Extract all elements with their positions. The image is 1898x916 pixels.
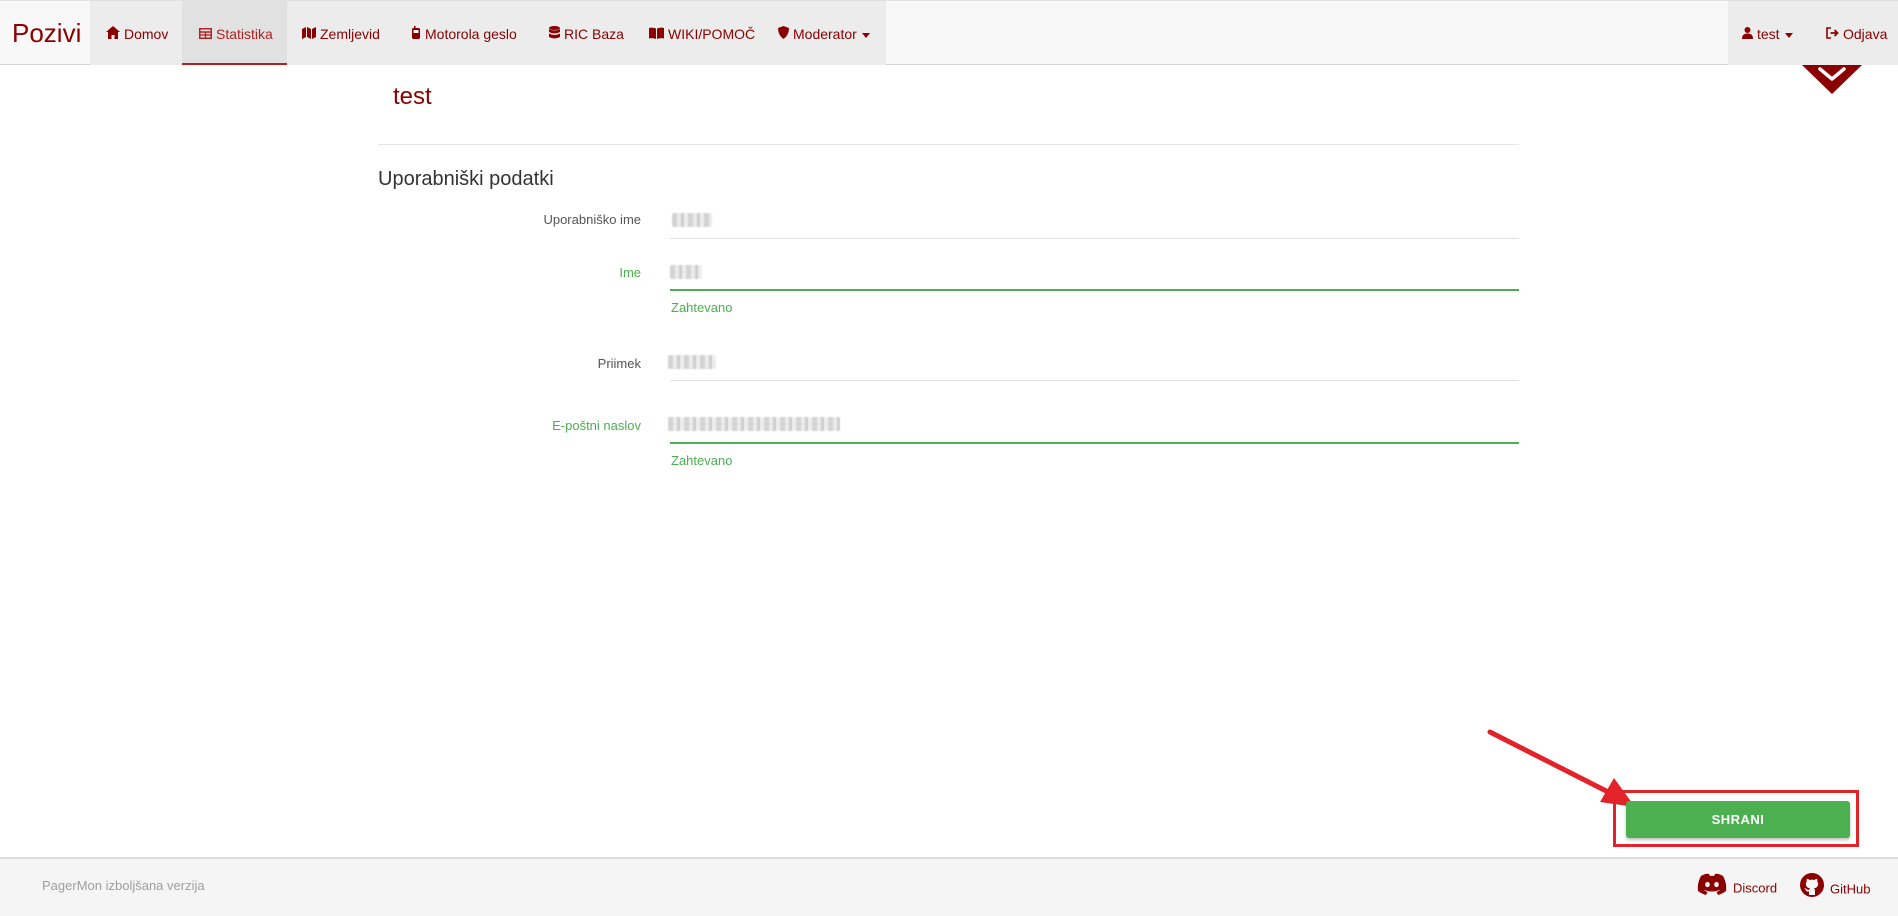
nav-item-label: WIKI/POMOČ <box>668 26 756 42</box>
nav-menu: Domov Statistika Zemljevid Motorola gesl… <box>90 1 886 65</box>
first-name-label: Ime <box>619 265 641 280</box>
top-navbar: Pozivi Domov Statistika Zemljevid Motoro… <box>0 0 1898 65</box>
nav-item-label: Statistika <box>216 26 273 42</box>
title-divider <box>378 144 1519 145</box>
email-label: E-poštni naslov <box>552 418 641 433</box>
chevron-down-icon <box>1784 32 1793 38</box>
nav-item-moderator[interactable]: Moderator <box>778 1 870 65</box>
save-button[interactable]: SHRANI <box>1626 801 1850 838</box>
logout-link[interactable]: Odjava <box>1826 1 1887 65</box>
user-name: test <box>1757 26 1780 42</box>
nav-item-domov[interactable]: Domov <box>90 1 182 65</box>
discord-link[interactable]: Discord <box>1697 873 1777 905</box>
username-underline <box>670 238 1519 239</box>
user-menu-group: test Odjava <box>1728 1 1898 65</box>
collapse-chevron-icon[interactable] <box>1800 63 1864 100</box>
user-dropdown[interactable]: test <box>1742 1 1793 65</box>
last-name-redacted <box>668 355 716 369</box>
page-title: test <box>393 83 432 110</box>
username-label: Uporabniško ime <box>543 212 641 227</box>
nav-item-label: Motorola geslo <box>425 26 517 42</box>
annotation-arrow-icon <box>1487 729 1635 807</box>
first-name-underline <box>670 289 1519 291</box>
map-icon <box>302 1 316 67</box>
table-icon <box>199 1 212 67</box>
book-icon <box>649 1 664 67</box>
brand-logo[interactable]: Pozivi <box>12 18 81 48</box>
home-icon <box>106 1 120 67</box>
nav-item-motorola-geslo[interactable]: Motorola geslo <box>411 1 517 65</box>
section-title: Uporabniški podatki <box>378 168 554 190</box>
footer: PagerMon izboljšana verzija Discord GitH… <box>0 857 1898 916</box>
nav-item-wiki-pomoc[interactable]: WIKI/POMOČ <box>649 1 755 65</box>
logout-label: Odjava <box>1843 26 1888 42</box>
username-value <box>670 206 1519 236</box>
github-label: GitHub <box>1830 881 1871 897</box>
nav-item-zemljevid[interactable]: Zemljevid <box>302 1 380 65</box>
username-redacted <box>672 213 712 227</box>
nav-item-label: Zemljevid <box>320 26 380 42</box>
last-name-input[interactable] <box>668 348 1519 378</box>
email-underline <box>670 442 1519 444</box>
last-name-underline <box>670 380 1519 381</box>
first-name-input[interactable] <box>670 258 1519 288</box>
nav-item-ric-baza[interactable]: RIC Baza <box>549 1 624 65</box>
discord-icon <box>1697 873 1727 905</box>
email-required-hint: Zahtevano <box>671 453 733 468</box>
user-icon <box>1742 1 1753 67</box>
sign-out-icon <box>1826 1 1839 67</box>
nav-item-label: RIC Baza <box>564 26 624 42</box>
first-name-redacted <box>670 265 702 279</box>
email-redacted <box>668 417 840 431</box>
github-icon <box>1800 873 1824 907</box>
nav-item-statistika[interactable]: Statistika <box>182 1 287 65</box>
database-icon <box>549 1 560 67</box>
github-link[interactable]: GitHub <box>1800 873 1870 907</box>
first-name-required-hint: Zahtevano <box>671 300 733 315</box>
nav-item-label: Domov <box>124 26 169 42</box>
footer-text: PagerMon izboljšana verzija <box>42 878 205 893</box>
shield-icon <box>778 1 789 67</box>
pager-icon <box>411 1 421 67</box>
last-name-label: Priimek <box>597 356 641 371</box>
nav-item-label: Moderator <box>793 26 857 42</box>
chevron-down-icon <box>861 32 870 38</box>
discord-label: Discord <box>1733 880 1778 896</box>
email-input[interactable] <box>668 410 1519 440</box>
